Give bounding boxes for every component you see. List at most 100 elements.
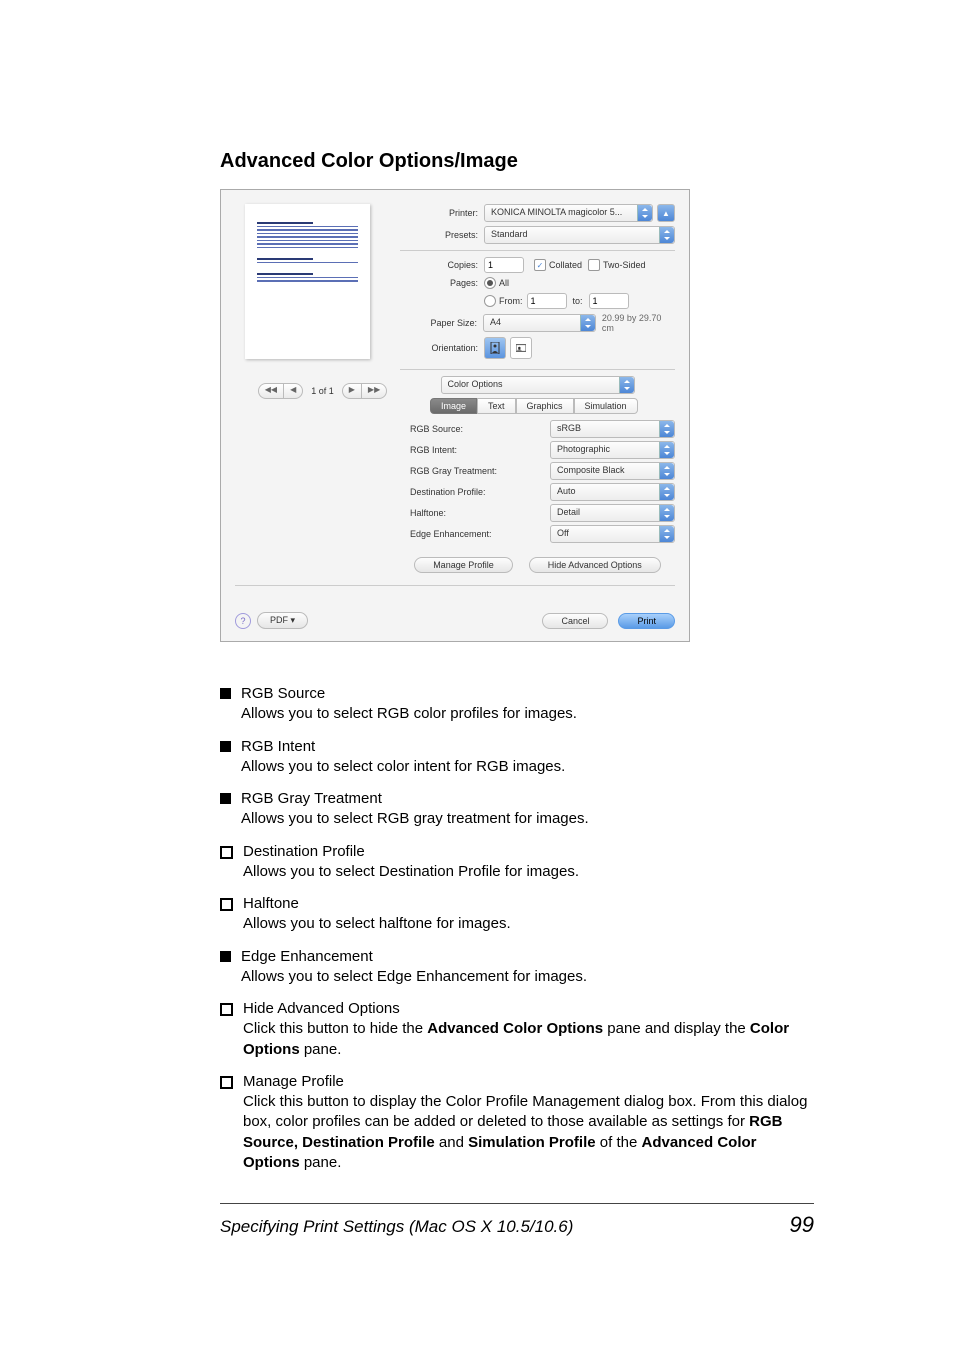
list-item-title: Halftone [243, 894, 511, 914]
two-sided-checkbox[interactable] [588, 259, 600, 271]
list-item-title: RGB Gray Treatment [241, 789, 589, 809]
list-item-text: Destination ProfileAllows you to select … [243, 842, 579, 883]
cancel-button[interactable]: Cancel [542, 613, 608, 629]
chevron-down-icon [659, 463, 674, 479]
hide-advanced-button[interactable]: Hide Advanced Options [529, 557, 661, 573]
rgb-intent-select[interactable]: Photographic [550, 441, 675, 459]
pages-label: Pages: [400, 278, 484, 288]
bullet-icon [220, 1003, 233, 1016]
rgb-source-select[interactable]: sRGB [550, 420, 675, 438]
pages-from-label: From: [499, 296, 523, 306]
tab-image[interactable]: Image [430, 398, 477, 414]
orientation-landscape-button[interactable] [510, 337, 532, 359]
list-item-text: Edge EnhancementAllows you to select Edg… [241, 947, 587, 988]
rgb-gray-label: RGB Gray Treatment: [400, 466, 550, 476]
halftone-value: Detail [557, 507, 580, 517]
pages-from-input[interactable] [527, 293, 567, 309]
bullet-icon [220, 741, 231, 752]
paper-size-value: A4 [490, 317, 501, 327]
halftone-select[interactable]: Detail [550, 504, 675, 522]
bullet-icon [220, 898, 233, 911]
footer-page-number: 99 [790, 1212, 814, 1238]
list-item-text: RGB IntentAllows you to select color int… [241, 737, 565, 778]
copies-label: Copies: [400, 260, 484, 270]
list-item-body: Allows you to select RGB color profiles … [241, 704, 577, 724]
list-item-body: Allows you to select Destination Profile… [243, 862, 579, 882]
list-item-body: Allows you to select color intent for RG… [241, 757, 565, 777]
list-item: HalftoneAllows you to select halftone fo… [220, 894, 814, 935]
collated-checkbox[interactable] [534, 259, 546, 271]
presets-value: Standard [491, 229, 528, 239]
print-button[interactable]: Print [618, 613, 675, 629]
edge-enh-select[interactable]: Off [550, 525, 675, 543]
rgb-intent-label: RGB Intent: [400, 445, 550, 455]
two-sided-label: Two-Sided [603, 260, 646, 270]
pages-range-radio[interactable] [484, 295, 496, 307]
chevron-down-icon [659, 442, 674, 458]
color-options-tabs: Image Text Graphics Simulation [430, 398, 675, 414]
footer-title: Specifying Print Settings (Mac OS X 10.5… [220, 1217, 573, 1237]
person-landscape-icon [516, 342, 526, 354]
list-item: RGB SourceAllows you to select RGB color… [220, 684, 814, 725]
list-item-text: Hide Advanced OptionsClick this button t… [243, 999, 814, 1060]
list-item-body: Allows you to select Edge Enhancement fo… [241, 967, 587, 987]
chevron-down-icon [659, 505, 674, 521]
list-item-title: Manage Profile [243, 1072, 814, 1092]
list-item: Hide Advanced OptionsClick this button t… [220, 999, 814, 1060]
paper-size-label: Paper Size: [400, 318, 483, 328]
bullet-icon [220, 1076, 233, 1089]
pager-next-button[interactable]: ▶ [342, 383, 361, 399]
pager-label: 1 of 1 [311, 386, 334, 396]
list-item-body: Allows you to select RGB gray treatment … [241, 809, 589, 829]
section-heading: Advanced Color Options/Image [220, 150, 814, 173]
dest-profile-select[interactable]: Auto [550, 483, 675, 501]
preview-thumbnail [245, 204, 370, 359]
copies-input[interactable] [484, 257, 524, 273]
halftone-label: Halftone: [400, 508, 550, 518]
chevron-down-icon [659, 421, 674, 437]
pager-first-button[interactable]: ◀◀ [258, 383, 283, 399]
list-item-body: Allows you to select halftone for images… [243, 914, 511, 934]
tab-simulation[interactable]: Simulation [574, 398, 638, 414]
pdf-menu-button[interactable]: PDF ▾ [257, 612, 308, 629]
list-item: RGB Gray TreatmentAllows you to select R… [220, 789, 814, 830]
list-item-title: Edge Enhancement [241, 947, 587, 967]
printer-status-button[interactable]: ▲ [657, 204, 675, 222]
printer-select[interactable]: KONICA MINOLTA magicolor 5... [484, 204, 653, 222]
paper-dimensions: 20.99 by 29.70 cm [596, 313, 675, 333]
person-portrait-icon [490, 342, 500, 354]
collated-label: Collated [549, 260, 582, 270]
pages-all-radio[interactable] [484, 277, 496, 289]
pager-prev-button[interactable]: ◀ [283, 383, 303, 399]
rgb-gray-select[interactable]: Composite Black [550, 462, 675, 480]
help-button[interactable]: ? [235, 613, 251, 629]
tab-text[interactable]: Text [477, 398, 516, 414]
dest-profile-value: Auto [557, 486, 576, 496]
printer-label: Printer: [400, 208, 484, 218]
tab-graphics[interactable]: Graphics [516, 398, 574, 414]
paper-size-select[interactable]: A4 [483, 314, 596, 332]
rgb-source-value: sRGB [557, 423, 581, 433]
chevron-down-icon [637, 205, 652, 221]
chevron-down-icon [659, 227, 674, 243]
dest-profile-label: Destination Profile: [400, 487, 550, 497]
orientation-portrait-button[interactable] [484, 337, 506, 359]
orientation-label: Orientation: [400, 343, 484, 353]
chevron-down-icon [580, 315, 595, 331]
chevron-down-icon [659, 484, 674, 500]
list-item-title: RGB Source [241, 684, 577, 704]
edge-enh-value: Off [557, 528, 569, 538]
list-item-body: Click this button to display the Color P… [243, 1092, 814, 1173]
presets-select[interactable]: Standard [484, 226, 675, 244]
preview-pager: ◀◀ ◀ 1 of 1 ▶ ▶▶ [245, 383, 400, 399]
pane-select[interactable]: Color Options [441, 376, 635, 394]
list-item: Edge EnhancementAllows you to select Edg… [220, 947, 814, 988]
edge-enh-label: Edge Enhancement: [400, 529, 550, 539]
rgb-gray-value: Composite Black [557, 465, 625, 475]
pages-to-input[interactable] [589, 293, 629, 309]
list-item-text: RGB Gray TreatmentAllows you to select R… [241, 789, 589, 830]
list-item-title: RGB Intent [241, 737, 565, 757]
manage-profile-button[interactable]: Manage Profile [414, 557, 513, 573]
pager-last-button[interactable]: ▶▶ [361, 383, 387, 399]
printer-value: KONICA MINOLTA magicolor 5... [491, 207, 622, 217]
